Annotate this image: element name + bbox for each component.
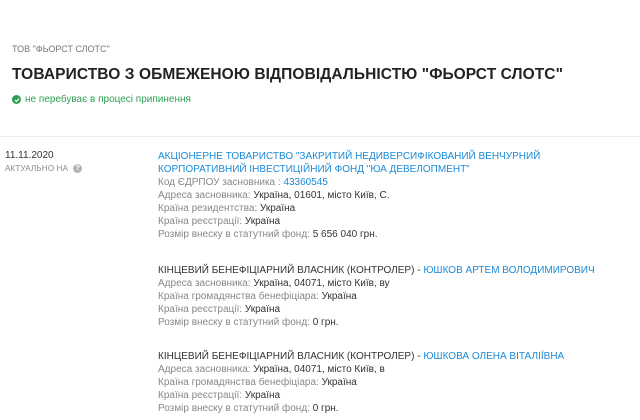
founder-residence-value: Україна	[259, 203, 296, 214]
founder-registration-label: Країна реєстрації:	[158, 216, 243, 227]
beneficiary-capital-label: Розмір внеску в статутний фонд:	[158, 317, 310, 328]
beneficiary-registration-row: Країна реєстрації: Україна	[158, 389, 628, 402]
beneficiary-capital-row: Розмір внеску в статутний фонд: 0 грн.	[158, 316, 628, 329]
status-badge: не перебуває в процесі припинення	[12, 94, 191, 105]
status-text: не перебуває в процесі припинення	[25, 94, 191, 105]
beneficiary-entry: КІНЦЕВИЙ БЕНЕФІЦІАРНИЙ ВЛАСНИК (КОНТРОЛЕ…	[158, 264, 628, 329]
founder-registration-row: Країна реєстрації: Україна	[158, 215, 628, 228]
beneficiary-capital-label: Розмір внеску в статутний фонд:	[158, 403, 310, 414]
founder-capital-value: 5 656 040 грн.	[312, 229, 378, 240]
beneficiary-address-row: Адреса засновника: Україна, 04071, місто…	[158, 363, 628, 376]
beneficiary-name-link[interactable]: ЮШКОВА ОЛЕНА ВІТАЛІЇВНА	[423, 351, 564, 362]
beneficiary-address-value: Україна, 04071, місто Київ, в	[253, 364, 385, 375]
founder-capital-row: Розмір внеску в статутний фонд: 5 656 04…	[158, 228, 628, 241]
beneficiary-address-label: Адреса засновника:	[158, 278, 251, 289]
help-icon[interactable]: ?	[73, 164, 83, 173]
beneficiary-title: КІНЦЕВИЙ БЕНЕФІЦІАРНИЙ ВЛАСНИК (КОНТРОЛЕ…	[158, 350, 628, 363]
actual-date: 11.11.2020	[5, 150, 54, 161]
beneficiary-citizenship-label: Країна громадянства бенефіціара:	[158, 377, 319, 388]
founder-address-label: Адреса засновника:	[158, 190, 251, 201]
founder-company-link[interactable]: АКЦІОНЕРНЕ ТОВАРИСТВО "ЗАКРИТИЙ НЕДИВЕРС…	[158, 150, 628, 176]
founder-address-row: Адреса засновника: Україна, 01601, місто…	[158, 189, 628, 202]
actual-label-text: АКТУАЛЬНО НА	[5, 164, 69, 173]
beneficiary-entry: КІНЦЕВИЙ БЕНЕФІЦІАРНИЙ ВЛАСНИК (КОНТРОЛЕ…	[158, 350, 628, 415]
beneficiary-citizenship-label: Країна громадянства бенефіціара:	[158, 291, 319, 302]
beneficiary-address-value: Україна, 04071, місто Київ, ву	[253, 278, 390, 289]
beneficiary-citizenship-row: Країна громадянства бенефіціара: Україна	[158, 376, 628, 389]
beneficiary-capital-value: 0 грн.	[312, 317, 339, 328]
beneficiary-role: КІНЦЕВИЙ БЕНЕФІЦІАРНИЙ ВЛАСНИК (КОНТРОЛЕ…	[158, 265, 421, 276]
beneficiary-registration-label: Країна реєстрації:	[158, 390, 243, 401]
founder-code-row: Код ЄДРПОУ засновника : 43360545	[158, 176, 628, 189]
beneficiary-name-link[interactable]: ЮШКОВ АРТЕМ ВОЛОДИМИРОВИЧ	[423, 265, 594, 276]
beneficiary-registration-label: Країна реєстрації:	[158, 304, 243, 315]
beneficiary-title: КІНЦЕВИЙ БЕНЕФІЦІАРНИЙ ВЛАСНИК (КОНТРОЛЕ…	[158, 264, 628, 277]
founder-registration-value: Україна	[244, 216, 281, 227]
founder-entry: АКЦІОНЕРНЕ ТОВАРИСТВО "ЗАКРИТИЙ НЕДИВЕРС…	[158, 150, 628, 241]
beneficiary-citizenship-row: Країна громадянства бенефіціара: Україна	[158, 290, 628, 303]
section-divider	[0, 136, 640, 137]
beneficiary-registration-value: Україна	[244, 390, 281, 401]
beneficiary-role: КІНЦЕВИЙ БЕНЕФІЦІАРНИЙ ВЛАСНИК (КОНТРОЛЕ…	[158, 351, 421, 362]
beneficiary-citizenship-value: Україна	[321, 291, 357, 302]
beneficiary-address-row: Адреса засновника: Україна, 04071, місто…	[158, 277, 628, 290]
beneficiary-capital-value: 0 грн.	[312, 403, 339, 414]
beneficiary-capital-row: Розмір внеску в статутний фонд: 0 грн.	[158, 402, 628, 415]
founder-code-label: Код ЄДРПОУ засновника :	[158, 177, 281, 188]
beneficiary-address-label: Адреса засновника:	[158, 364, 251, 375]
beneficiary-registration-value: Україна	[244, 304, 281, 315]
actual-label: АКТУАЛЬНО НА ?	[5, 164, 83, 173]
founder-code-link[interactable]: 43360545	[283, 177, 328, 188]
founder-address-value: Україна, 01601, місто Київ, С.	[253, 190, 390, 201]
check-circle-icon	[12, 95, 21, 104]
breadcrumb[interactable]: ТОВ "ФЬОРСТ СЛОТС"	[12, 44, 110, 54]
founder-residence-label: Країна резидентства:	[158, 203, 258, 214]
beneficiary-citizenship-value: Україна	[321, 377, 357, 388]
page-title: ТОВАРИСТВО З ОБМЕЖЕНОЮ ВІДПОВІДАЛЬНІСТЮ …	[12, 66, 564, 83]
founder-residence-row: Країна резидентства: Україна	[158, 202, 628, 215]
founder-capital-label: Розмір внеску в статутний фонд:	[158, 229, 310, 240]
beneficiary-registration-row: Країна реєстрації: Україна	[158, 303, 628, 316]
